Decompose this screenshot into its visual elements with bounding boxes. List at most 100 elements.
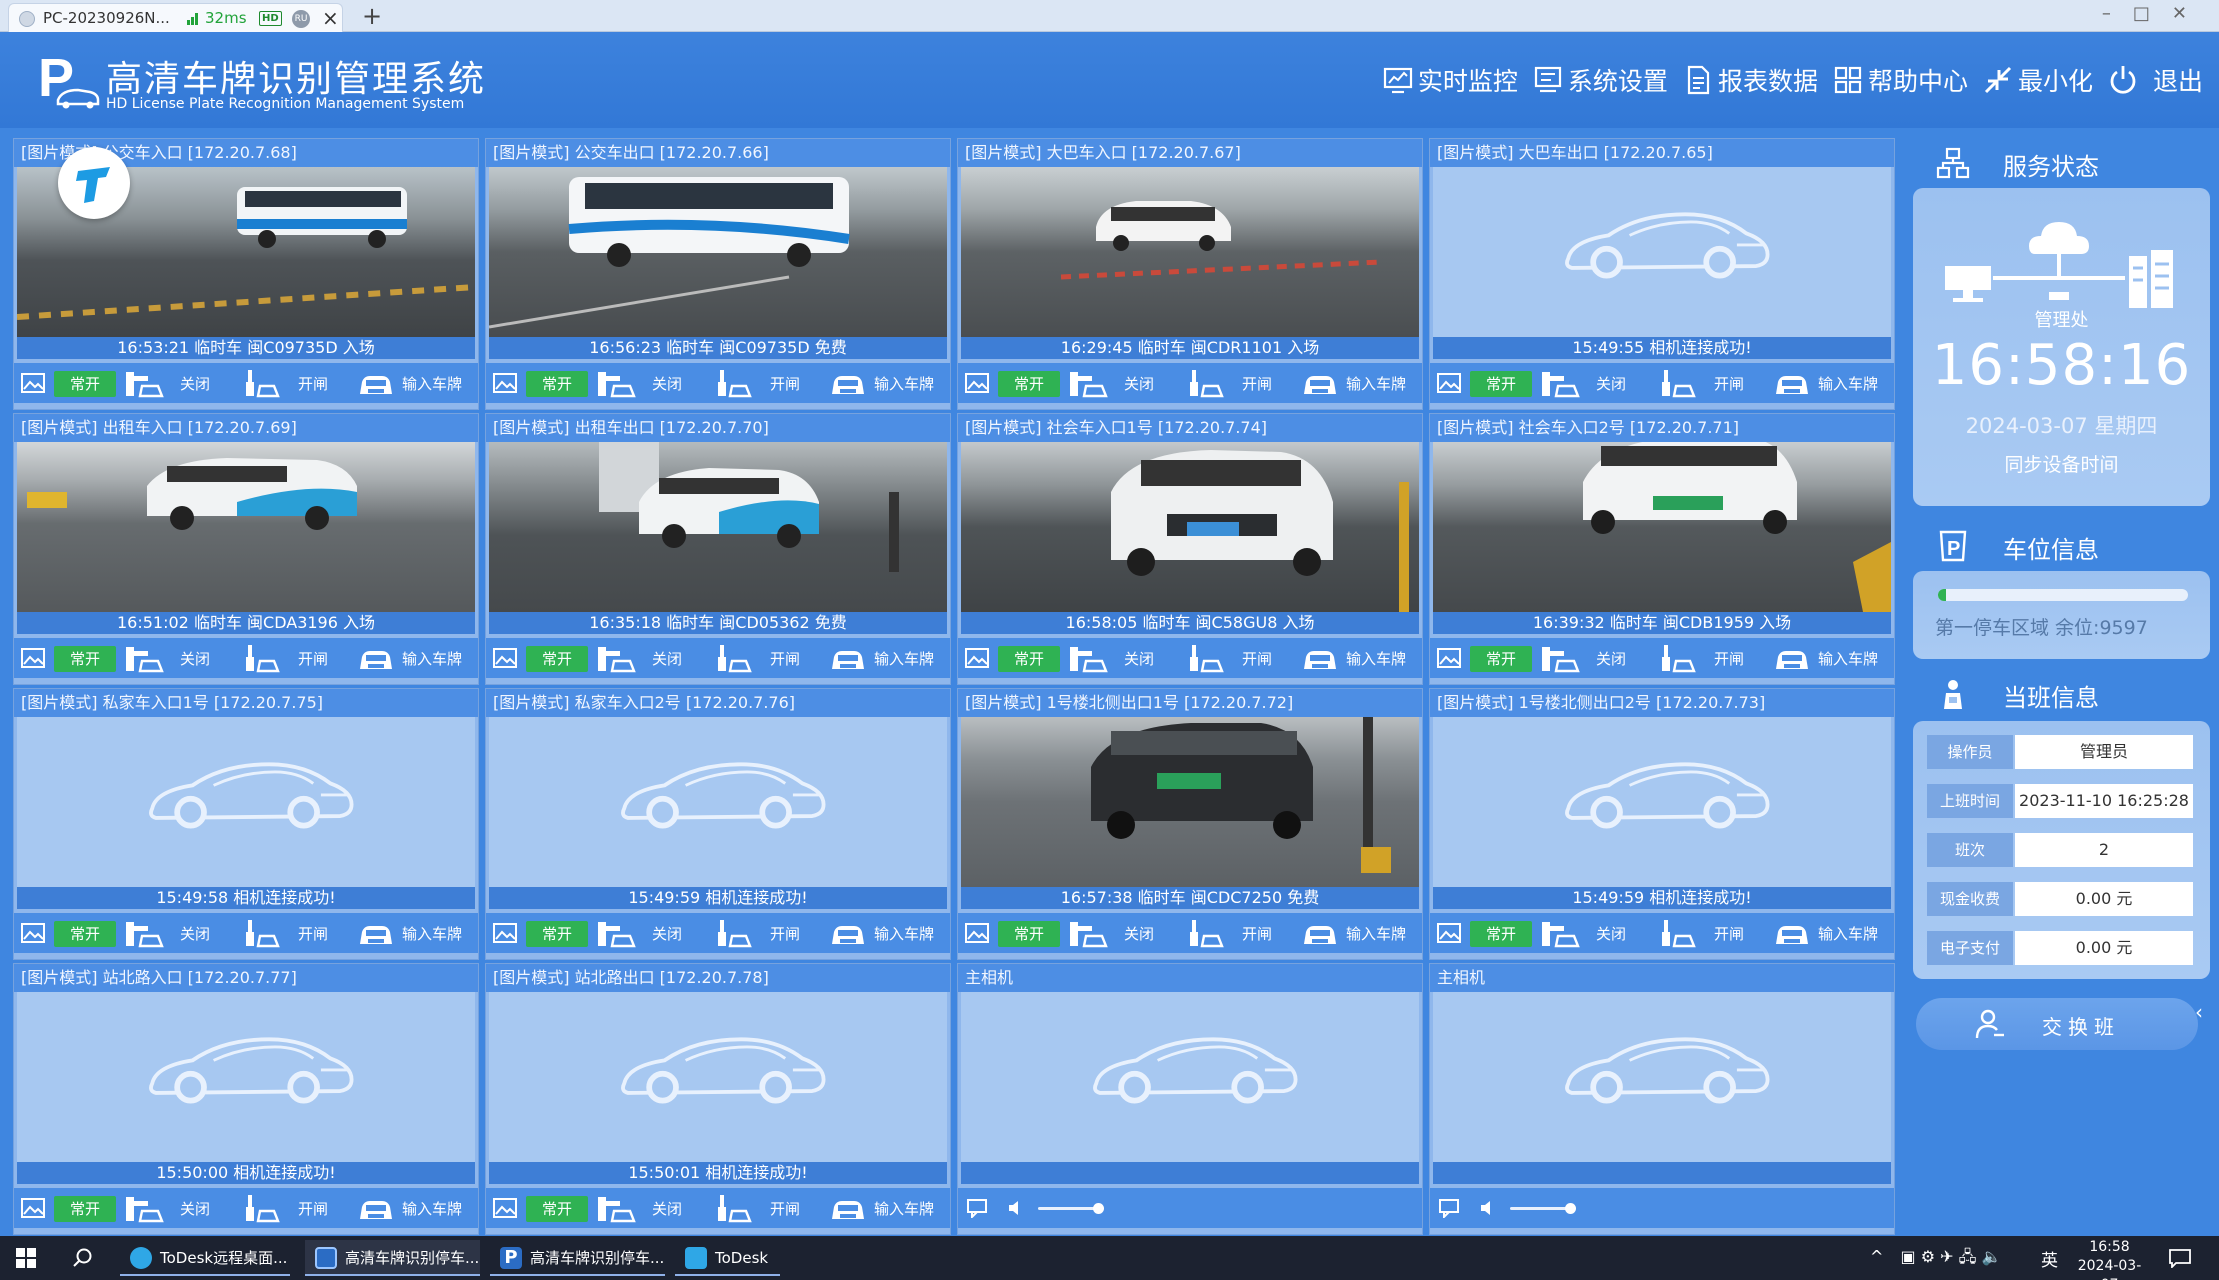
barrier-close-icon[interactable] (596, 1195, 636, 1223)
image-mode-icon[interactable] (964, 922, 990, 944)
close-gate-button[interactable]: 关闭 (652, 648, 682, 669)
barrier-open-icon[interactable] (240, 370, 280, 398)
car-plate-icon[interactable] (828, 1195, 868, 1223)
todesk-overlay-icon[interactable] (58, 147, 130, 219)
input-plate-button[interactable]: 输入车牌 (402, 923, 462, 944)
car-plate-icon[interactable] (1772, 370, 1812, 398)
barrier-close-icon[interactable] (124, 370, 164, 398)
image-mode-icon[interactable] (492, 1197, 518, 1219)
camera-snapshot[interactable] (961, 167, 1419, 337)
car-plate-icon[interactable] (356, 645, 396, 673)
camera-snapshot[interactable] (961, 442, 1419, 612)
close-gate-button[interactable]: 关闭 (652, 1198, 682, 1219)
image-mode-icon[interactable] (1436, 372, 1462, 394)
open-gate-button[interactable]: 开闸 (1714, 923, 1744, 944)
image-mode-icon[interactable] (964, 372, 990, 394)
close-gate-button[interactable]: 关闭 (1124, 923, 1154, 944)
taskbar-item-plate-app-2[interactable]: P 高清车牌识别停车... (490, 1240, 665, 1276)
barrier-close-icon[interactable] (1540, 370, 1580, 398)
camera-snapshot[interactable] (489, 442, 947, 612)
always-open-button[interactable]: 常开 (54, 646, 116, 672)
always-open-button[interactable]: 常开 (998, 646, 1060, 672)
barrier-close-icon[interactable] (1068, 920, 1108, 948)
volume-icon[interactable] (1478, 1198, 1498, 1218)
close-gate-button[interactable]: 关闭 (180, 923, 210, 944)
barrier-close-icon[interactable] (124, 645, 164, 673)
car-plate-icon[interactable] (356, 370, 396, 398)
always-open-button[interactable]: 常开 (526, 1196, 588, 1222)
close-gate-button[interactable]: 关闭 (180, 1198, 210, 1219)
barrier-close-icon[interactable] (1068, 645, 1108, 673)
nav-system-settings[interactable]: 系统设置 (1532, 60, 1668, 100)
car-plate-icon[interactable] (1772, 645, 1812, 673)
input-plate-button[interactable]: 输入车牌 (1346, 923, 1406, 944)
barrier-open-icon[interactable] (712, 1195, 752, 1223)
barrier-open-icon[interactable] (1656, 920, 1696, 948)
close-gate-button[interactable]: 关闭 (180, 373, 210, 394)
car-plate-icon[interactable] (828, 370, 868, 398)
always-open-button[interactable]: 常开 (54, 371, 116, 397)
image-mode-icon[interactable] (964, 647, 990, 669)
system-tray[interactable]: ^ ▣ ⚙ ✈ 🖧 🔈 (1870, 1246, 2001, 1273)
barrier-open-icon[interactable] (1656, 370, 1696, 398)
close-gate-button[interactable]: 关闭 (1596, 373, 1626, 394)
taskbar-item-plate-app-1[interactable]: 高清车牌识别停车... (305, 1240, 480, 1276)
search-icon[interactable] (72, 1247, 94, 1269)
intercom-icon[interactable] (966, 1198, 988, 1218)
volume-icon[interactable] (1006, 1198, 1026, 1218)
barrier-open-icon[interactable] (240, 920, 280, 948)
image-mode-icon[interactable] (1436, 647, 1462, 669)
input-plate-button[interactable]: 输入车牌 (874, 648, 934, 669)
barrier-open-icon[interactable] (712, 920, 752, 948)
always-open-button[interactable]: 常开 (526, 646, 588, 672)
open-gate-button[interactable]: 开闸 (770, 373, 800, 394)
close-gate-button[interactable]: 关闭 (652, 373, 682, 394)
tray-app-icons[interactable]: ▣ ⚙ ✈ 🖧 🔈 (1901, 1247, 2002, 1266)
camera-snapshot[interactable] (489, 167, 947, 337)
open-gate-button[interactable]: 开闸 (298, 648, 328, 669)
input-plate-button[interactable]: 输入车牌 (402, 1198, 462, 1219)
barrier-close-icon[interactable] (1540, 920, 1580, 948)
always-open-button[interactable]: 常开 (998, 921, 1060, 947)
car-plate-icon[interactable] (356, 920, 396, 948)
volume-slider[interactable] (1510, 1203, 1576, 1214)
barrier-close-icon[interactable] (596, 920, 636, 948)
always-open-button[interactable]: 常开 (1470, 371, 1532, 397)
nav-exit[interactable]: 退出 (2107, 60, 2203, 100)
image-mode-icon[interactable] (20, 372, 46, 394)
nav-help-center[interactable]: 帮助中心 (1832, 60, 1968, 100)
barrier-open-icon[interactable] (712, 645, 752, 673)
volume-slider-thumb[interactable] (1565, 1203, 1576, 1214)
shift-handover-button[interactable]: 交换班 (1916, 998, 2198, 1050)
image-mode-icon[interactable] (1436, 922, 1462, 944)
input-plate-button[interactable]: 输入车牌 (874, 1198, 934, 1219)
barrier-close-icon[interactable] (596, 645, 636, 673)
barrier-close-icon[interactable] (1540, 645, 1580, 673)
car-plate-icon[interactable] (1300, 645, 1340, 673)
nav-realtime-monitor[interactable]: 实时监控 (1382, 60, 1518, 100)
always-open-button[interactable]: 常开 (998, 371, 1060, 397)
volume-slider[interactable] (1038, 1203, 1104, 1214)
image-mode-icon[interactable] (492, 647, 518, 669)
close-gate-button[interactable]: 关闭 (1124, 373, 1154, 394)
open-gate-button[interactable]: 开闸 (770, 648, 800, 669)
camera-snapshot[interactable] (17, 442, 475, 612)
always-open-button[interactable]: 常开 (526, 921, 588, 947)
taskbar-item-todesk[interactable]: ToDesk (675, 1240, 780, 1276)
open-gate-button[interactable]: 开闸 (298, 1198, 328, 1219)
car-plate-icon[interactable] (356, 1195, 396, 1223)
input-plate-button[interactable]: 输入车牌 (874, 923, 934, 944)
close-gate-button[interactable]: 关闭 (1124, 648, 1154, 669)
always-open-button[interactable]: 常开 (1470, 921, 1532, 947)
car-plate-icon[interactable] (1300, 370, 1340, 398)
nav-report-data[interactable]: 报表数据 (1682, 60, 1818, 100)
region-badge[interactable]: RU (292, 10, 310, 28)
input-plate-button[interactable]: 输入车牌 (1346, 373, 1406, 394)
input-plate-button[interactable]: 输入车牌 (1818, 373, 1878, 394)
open-gate-button[interactable]: 开闸 (1242, 648, 1272, 669)
input-plate-button[interactable]: 输入车牌 (402, 648, 462, 669)
barrier-open-icon[interactable] (1184, 370, 1224, 398)
close-gate-button[interactable]: 关闭 (1596, 923, 1626, 944)
barrier-open-icon[interactable] (240, 1195, 280, 1223)
barrier-close-icon[interactable] (124, 920, 164, 948)
